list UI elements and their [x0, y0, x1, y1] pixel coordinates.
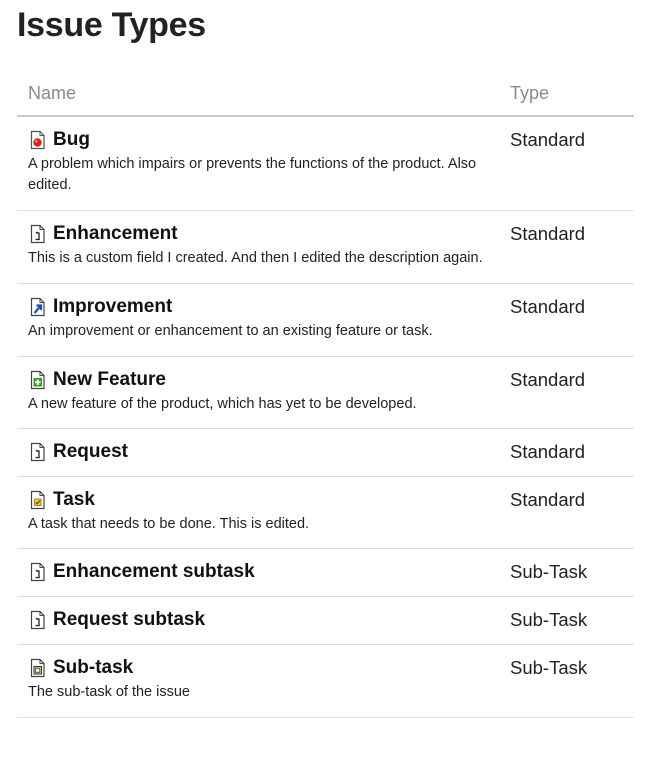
issue-name-line: New Feature — [28, 369, 508, 391]
issue-name[interactable]: Enhancement subtask — [53, 561, 255, 583]
issue-description: The sub-task of the issue — [28, 684, 190, 700]
table-row: Enhancement subtask Sub-Task — [17, 548, 634, 597]
issue-name-cell: Task A task that needs to be done. This … — [17, 476, 508, 549]
issue-name-line: Enhancement — [28, 223, 508, 245]
issue-type: Standard — [510, 296, 586, 317]
issue-type-cell: Sub-Task — [508, 548, 634, 597]
generic-issue-icon — [28, 562, 47, 582]
issue-name[interactable]: Request — [53, 441, 128, 463]
issue-description: A task that needs to be done. This is ed… — [28, 516, 310, 532]
improvement-icon — [28, 297, 47, 317]
issue-name-cell: Request subtask — [17, 596, 508, 645]
issue-type: Sub-Task — [510, 657, 588, 678]
issue-type: Sub-Task — [510, 609, 588, 630]
issue-types-page: Issue Types Name Type Bug A problem whic… — [0, 0, 651, 760]
issue-name-line: Request subtask — [28, 609, 508, 631]
new-feature-icon — [28, 370, 47, 390]
column-header-type[interactable]: Type — [508, 72, 634, 117]
issue-name-cell: New Feature A new feature of the product… — [17, 356, 508, 429]
page-title: Issue Types — [17, 6, 206, 44]
issue-description: An improvement or enhancement to an exis… — [28, 323, 433, 339]
table-row: Bug A problem which impairs or prevents … — [17, 116, 634, 211]
issue-name-line: Request — [28, 441, 508, 463]
table-header: Name Type — [17, 72, 634, 117]
generic-issue-icon — [28, 442, 47, 462]
issue-name-cell: Enhancement This is a custom field I cre… — [17, 210, 508, 284]
issue-type: Standard — [510, 369, 586, 390]
issue-type-cell: Standard — [508, 428, 634, 477]
task-icon — [28, 490, 47, 510]
generic-issue-icon — [28, 610, 47, 630]
issue-type-cell: Sub-Task — [508, 644, 634, 718]
issue-name[interactable]: Enhancement — [53, 223, 178, 245]
table-header-row: Name Type — [17, 72, 634, 117]
issue-name-line: Enhancement subtask — [28, 561, 508, 583]
table-row: Task A task that needs to be done. This … — [17, 476, 634, 549]
subtask-icon — [28, 658, 47, 678]
generic-issue-icon — [28, 224, 47, 244]
issue-type-cell: Standard — [508, 210, 634, 284]
table-row: Enhancement This is a custom field I cre… — [17, 210, 634, 284]
issue-type: Standard — [510, 441, 586, 462]
issue-type: Standard — [510, 223, 586, 244]
table-row: Improvement An improvement or enhancemen… — [17, 283, 634, 357]
issue-type: Sub-Task — [510, 561, 588, 582]
table-row: Request subtask Sub-Task — [17, 596, 634, 645]
issue-type-cell: Standard — [508, 476, 634, 549]
issue-types-table: Name Type Bug A problem which impairs or… — [17, 72, 634, 718]
issue-name-line: Improvement — [28, 296, 508, 318]
issue-name[interactable]: Improvement — [53, 296, 172, 318]
table-row: New Feature A new feature of the product… — [17, 356, 634, 429]
issue-type-cell: Sub-Task — [508, 596, 634, 645]
issue-type-cell: Standard — [508, 283, 634, 357]
issue-name-cell: Request — [17, 428, 508, 477]
table-row: Sub-task The sub-task of the issue Sub-T… — [17, 644, 634, 718]
issue-type-cell: Standard — [508, 356, 634, 429]
issue-name[interactable]: Task — [53, 489, 95, 511]
issue-type: Standard — [510, 129, 586, 150]
issue-description: A new feature of the product, which has … — [28, 396, 417, 412]
issue-name-cell: Sub-task The sub-task of the issue — [17, 644, 508, 718]
issue-name[interactable]: Bug — [53, 129, 90, 151]
table-row: Request Standard — [17, 428, 634, 477]
issue-name-line: Bug — [28, 129, 508, 151]
issue-description: A problem which impairs or prevents the … — [28, 156, 477, 193]
bug-icon — [28, 130, 47, 150]
issue-name-cell: Bug A problem which impairs or prevents … — [17, 116, 508, 211]
issue-name-cell: Enhancement subtask — [17, 548, 508, 597]
issue-name-line: Task — [28, 489, 508, 511]
issue-type: Standard — [510, 489, 586, 510]
issue-description: This is a custom field I created. And th… — [28, 250, 483, 266]
table-body: Bug A problem which impairs or prevents … — [17, 116, 634, 718]
issue-name[interactable]: New Feature — [53, 369, 166, 391]
issue-name[interactable]: Sub-task — [53, 657, 133, 679]
issue-name-line: Sub-task — [28, 657, 508, 679]
column-header-name[interactable]: Name — [17, 72, 508, 117]
issue-type-cell: Standard — [508, 116, 634, 211]
issue-name-cell: Improvement An improvement or enhancemen… — [17, 283, 508, 357]
issue-name[interactable]: Request subtask — [53, 609, 205, 631]
